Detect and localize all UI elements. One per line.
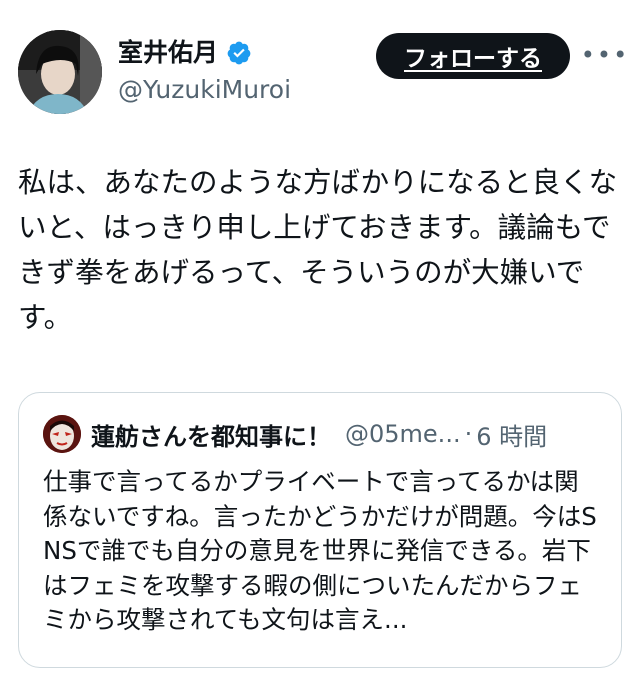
quoted-author-handle: @05me...: [345, 420, 461, 448]
tweet-card: 室井佑月 @YuzukiMuroi フォローする ••• 私は、あなたのような方…: [0, 0, 640, 685]
quoted-separator: ·: [464, 420, 473, 448]
quoted-author-avatar: [43, 415, 81, 453]
author-avatar[interactable]: [18, 30, 102, 114]
author-handle[interactable]: @YuzukiMuroi: [118, 74, 291, 106]
quoted-timestamp: 6 時間: [476, 422, 548, 451]
quoted-tweet[interactable]: 蓮舫さんを都知事に！ @05me... · 6 時間 仕事で言ってるかプライベー…: [18, 392, 622, 668]
author-name-row: 室井佑月: [118, 38, 252, 68]
more-dots-icon[interactable]: •••: [581, 40, 627, 70]
quoted-tweet-header: 蓮舫さんを都知事に！ @05me... · 6 時間: [43, 415, 547, 453]
quoted-author-name: 蓮舫さんを都知事に！: [91, 422, 331, 451]
tweet-text: 私は、あなたのような方ばかりになると良くないと、はっきり申し上げておきます。議論…: [18, 166, 618, 334]
follow-button[interactable]: フォローする: [376, 33, 570, 79]
author-display-name[interactable]: 室井佑月: [118, 38, 218, 68]
verified-badge-icon: [226, 40, 252, 66]
quoted-tweet-text: 仕事で言ってるかプライベートで言ってるかは関係ないですね。言ったかどうかだけが問…: [43, 467, 597, 634]
